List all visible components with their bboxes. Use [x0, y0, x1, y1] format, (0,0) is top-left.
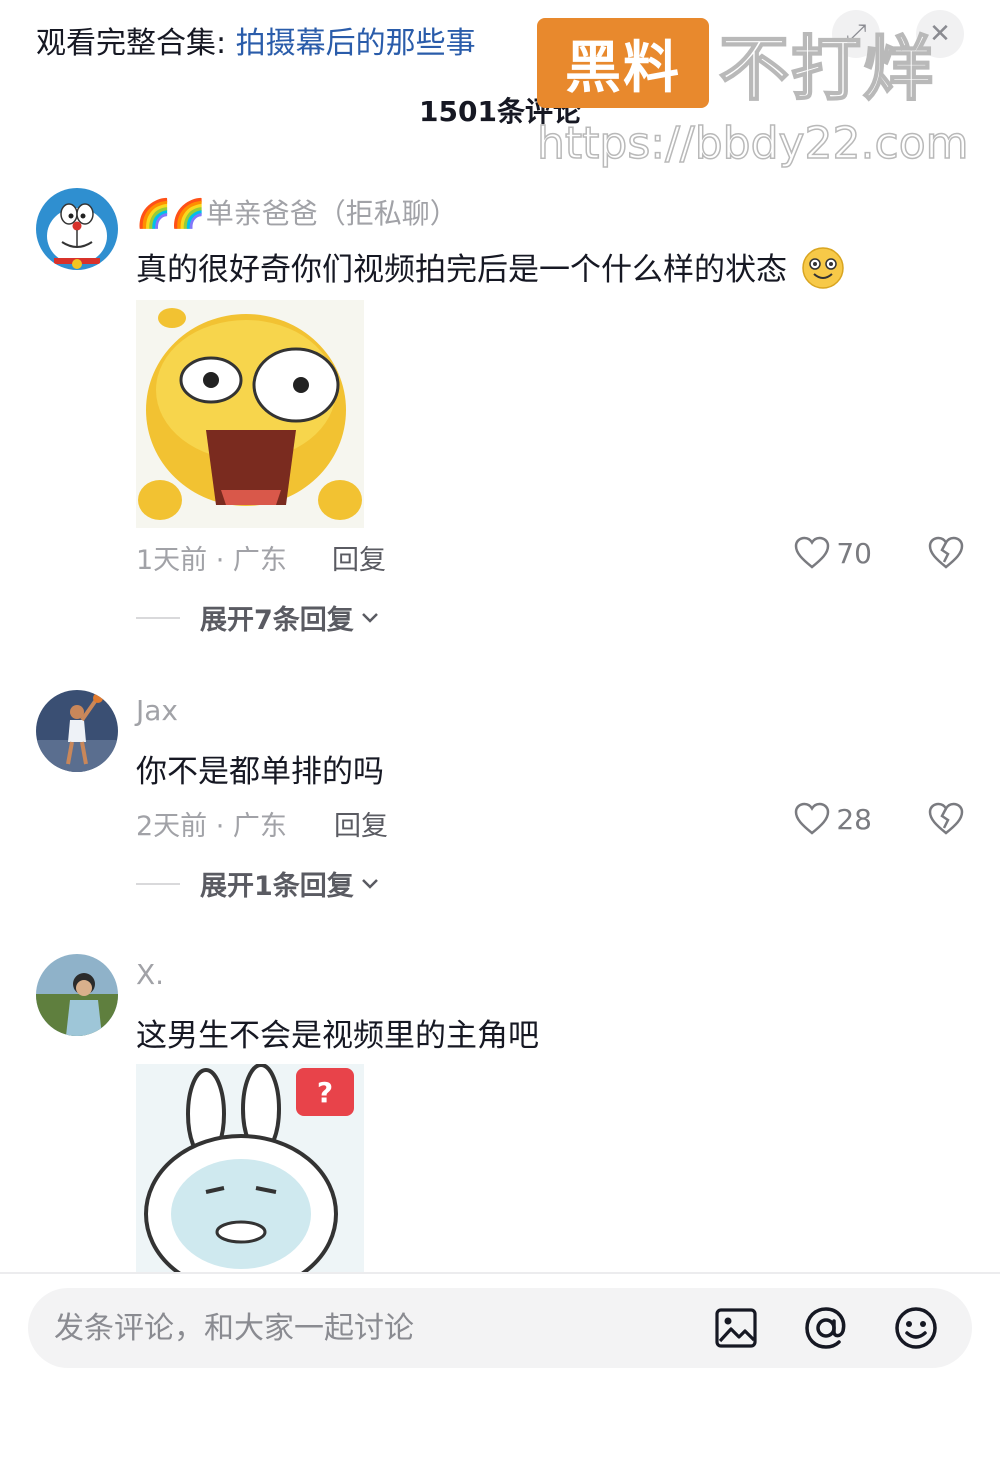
basketball-player-avatar-icon: [36, 690, 118, 772]
image-icon[interactable]: [712, 1304, 760, 1352]
like-button[interactable]: 70: [794, 536, 872, 570]
crying-bunny-icon: ?: [136, 1064, 364, 1272]
like-button[interactable]: 28: [794, 802, 872, 836]
broken-heart-icon: [928, 802, 964, 835]
person-outdoor-avatar-icon: [36, 954, 118, 1036]
question-badge: ?: [317, 1076, 333, 1109]
comment-text: 真的很好奇你们视频拍完后是一个什么样的状态: [136, 244, 845, 290]
like-count: 70: [836, 536, 872, 570]
comment-input-bar: [28, 1288, 972, 1368]
expand-replies-button[interactable]: 展开1条回复: [136, 864, 380, 903]
collection-link[interactable]: 拍摄幕后的那些事: [236, 26, 476, 61]
at-icon[interactable]: [802, 1304, 850, 1352]
collection-banner[interactable]: 观看完整合集: 拍摄幕后的那些事: [36, 18, 476, 62]
comment-meta: 1天前 · 广东: [136, 545, 287, 576]
expand-replies-label: 展开1条回复: [200, 871, 354, 902]
like-count: 28: [836, 802, 872, 836]
doraemon-avatar-icon: [36, 188, 118, 270]
comment-text: 你不是都单排的吗: [136, 754, 384, 790]
heart-icon: [795, 536, 830, 569]
heart-icon: [795, 802, 830, 835]
collection-prefix: 观看完整合集:: [36, 26, 236, 61]
shocked-face-icon: [136, 300, 364, 528]
emoji-icon[interactable]: [892, 1304, 940, 1352]
expand-replies-label: 展开7条回复: [200, 605, 354, 636]
comment-item: Jax 你不是都单排的吗 2天前 · 广东 回复 28 展开1条回复: [36, 690, 966, 903]
expand-divider: [136, 616, 180, 619]
comment-input[interactable]: [54, 1288, 674, 1368]
comment-text-content: 真的很好奇你们视频拍完后是一个什么样的状态: [136, 252, 787, 288]
dislike-button[interactable]: [928, 802, 964, 840]
bunny-face-sticker[interactable]: ?: [136, 1064, 364, 1272]
smile-emoji-icon: [802, 247, 844, 289]
avatar[interactable]: [36, 188, 118, 270]
reply-button[interactable]: 回复: [334, 804, 388, 843]
expand-divider: [136, 882, 180, 885]
comment-item: 🌈🌈单亲爸爸（拒私聊） 真的很好奇你们视频拍完后是一个什么样的状态 1天前 · …: [36, 188, 966, 638]
username[interactable]: 🌈🌈单亲爸爸（拒私聊）: [136, 192, 458, 232]
username[interactable]: Jax: [136, 694, 178, 727]
reply-button[interactable]: 回复: [332, 538, 386, 577]
comment-meta: 2天前 · 广东: [136, 811, 287, 842]
username[interactable]: X.: [136, 958, 164, 991]
broken-heart-icon: [928, 536, 964, 569]
watermark-url: https://bbdy22.com: [536, 117, 969, 170]
dislike-button[interactable]: [928, 536, 964, 574]
shocked-face-sticker[interactable]: [136, 300, 364, 528]
watermark: 黑料 不打烊 https://bbdy22.com: [536, 18, 992, 170]
input-divider: [0, 1272, 1000, 1274]
chevron-down-icon: [360, 877, 380, 891]
chevron-down-icon: [360, 611, 380, 625]
comment-text: 这男生不会是视频里的主角吧: [136, 1018, 539, 1054]
comment-item: X. 这男生不会是视频里的主角吧 ?: [36, 954, 966, 1272]
avatar[interactable]: [36, 690, 118, 772]
expand-replies-button[interactable]: 展开7条回复: [136, 598, 380, 637]
avatar[interactable]: [36, 954, 118, 1036]
watermark-text: 不打烊: [718, 27, 935, 111]
watermark-logo-box: 黑料: [537, 18, 709, 108]
